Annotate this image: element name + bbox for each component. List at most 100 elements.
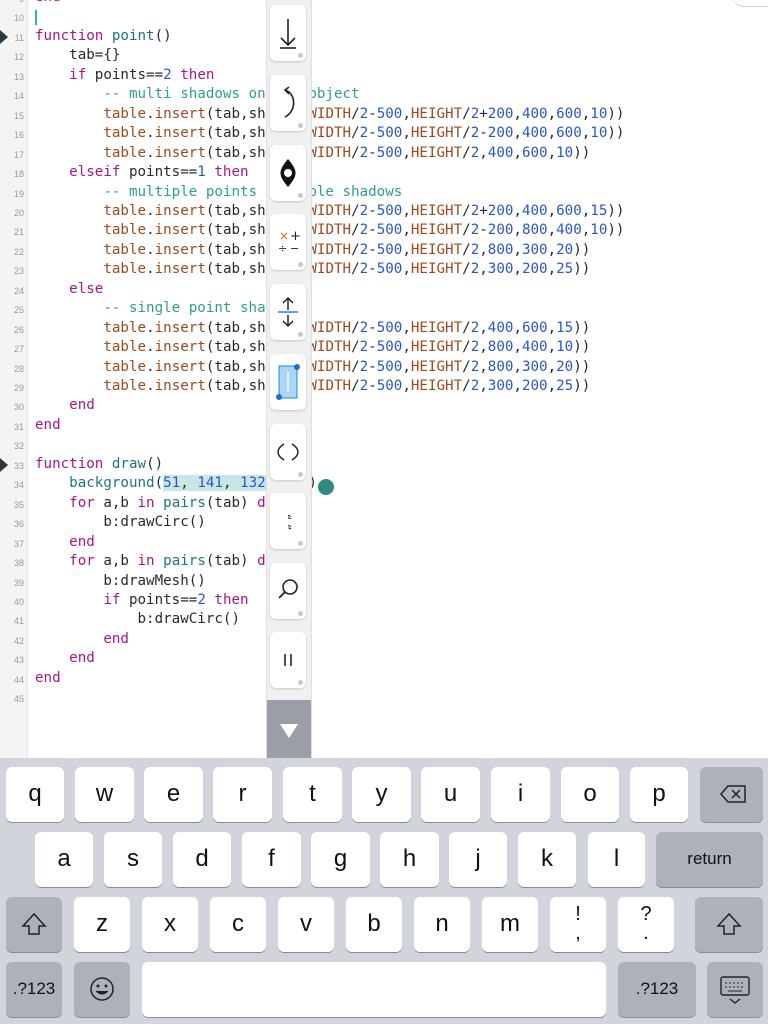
code-text: b:drawMesh() xyxy=(35,572,206,589)
shift-right-key[interactable] xyxy=(695,897,763,952)
code-line[interactable]: 19 -- multiple points multiple shadows xyxy=(0,183,768,202)
key-exclamation-comma[interactable]: !, xyxy=(550,897,606,952)
code-line[interactable]: 41 b:drawCirc() xyxy=(0,610,768,629)
key-c[interactable]: c xyxy=(210,897,266,952)
code-line[interactable]: 26 table.insert(tab,shadow(WIDTH/2-500,H… xyxy=(0,319,768,338)
code-line[interactable]: 28 table.insert(tab,shadow(WIDTH/2-500,H… xyxy=(0,358,768,377)
return-key[interactable]: return xyxy=(656,832,763,887)
code-line[interactable]: 27 table.insert(tab,shadow(WIDTH/2-500,H… xyxy=(0,338,768,357)
undo-button[interactable] xyxy=(270,75,306,131)
code-line[interactable]: 10 xyxy=(0,7,768,26)
key-b[interactable]: b xyxy=(346,897,402,952)
numbers-left-key[interactable]: .?123 xyxy=(6,962,62,1017)
code-line[interactable]: 35 for a,b in pairs(tab) do xyxy=(0,494,768,513)
key-g[interactable]: g xyxy=(311,832,370,887)
key-s[interactable]: s xyxy=(104,832,162,887)
code-line[interactable]: 16 table.insert(tab,shadow(WIDTH/2-500,H… xyxy=(0,124,768,143)
code-line[interactable]: 17 table.insert(tab,shadow(WIDTH/2-500,H… xyxy=(0,144,768,163)
code-text: end xyxy=(69,533,95,550)
key-i[interactable]: i xyxy=(491,767,550,822)
code-line[interactable]: 38 for a,b in pairs(tab) do xyxy=(0,552,768,571)
function-marker-icon[interactable] xyxy=(0,457,8,472)
parentheses-button[interactable] xyxy=(270,424,306,480)
code-text: table.insert(tab,shadow(WIDTH/2-500,HEIG… xyxy=(103,319,591,336)
code-line[interactable]: 32 xyxy=(0,435,768,454)
emoji-icon xyxy=(90,977,114,1001)
function-marker-icon[interactable] xyxy=(0,29,8,44)
code-line[interactable]: 31 end xyxy=(0,416,768,435)
corner-dot xyxy=(298,53,303,58)
code-line[interactable]: 42 end xyxy=(0,630,768,649)
code-line[interactable]: 37 end xyxy=(0,533,768,552)
code-line[interactable]: 25 -- single point shadows xyxy=(0,299,768,318)
key-u[interactable]: u xyxy=(421,767,480,822)
code-line[interactable]: 34 background(51, 141, 132, 255) xyxy=(0,474,768,493)
pause-button[interactable] xyxy=(270,632,306,688)
code-line[interactable]: 11 function point() xyxy=(0,27,768,46)
key-p[interactable]: p xyxy=(630,767,688,822)
key-t[interactable]: t xyxy=(283,767,342,822)
code-text: function point() xyxy=(35,27,172,44)
code-line[interactable]: 44 end xyxy=(0,669,768,688)
key-v[interactable]: v xyxy=(278,897,334,952)
key-x[interactable]: x xyxy=(142,897,198,952)
key-k[interactable]: k xyxy=(518,832,576,887)
math-operators-button[interactable]: × + ÷ − xyxy=(270,214,306,270)
emoji-key[interactable] xyxy=(74,962,130,1017)
key-question-period[interactable]: ?. xyxy=(618,897,674,952)
code-line[interactable]: 33 function draw() xyxy=(0,455,768,474)
eye-button[interactable] xyxy=(270,145,306,201)
space-key[interactable] xyxy=(142,962,606,1017)
key-o[interactable]: o xyxy=(561,767,619,822)
code-line[interactable]: 39 b:drawMesh() xyxy=(0,572,768,591)
quotes-button[interactable]: “ ” xyxy=(270,493,306,549)
search-button[interactable] xyxy=(270,563,306,619)
code-line[interactable]: 36 b:drawCirc() xyxy=(0,513,768,532)
numbers-right-key[interactable]: .?123 xyxy=(618,962,696,1017)
triangle-down-icon xyxy=(280,724,298,738)
code-line[interactable]: 30 end xyxy=(0,396,768,415)
key-r[interactable]: r xyxy=(213,767,272,822)
code-line[interactable]: 21 table.insert(tab,shadow(WIDTH/2-500,H… xyxy=(0,221,768,240)
code-line[interactable]: 20 table.insert(tab,shadow(WIDTH/2-500,H… xyxy=(0,202,768,221)
code-line[interactable]: 18 elseif points==1 then xyxy=(0,163,768,182)
key-z[interactable]: z xyxy=(74,897,130,952)
text-cursor xyxy=(35,10,37,26)
line-number: 9 xyxy=(0,0,24,4)
code-line[interactable]: 12 tab={} xyxy=(0,46,768,65)
key-e[interactable]: e xyxy=(144,767,203,822)
hide-keyboard-key[interactable] xyxy=(707,962,763,1017)
code-line[interactable]: 15 table.insert(tab,shadow(WIDTH/2-500,H… xyxy=(0,105,768,124)
collapse-accessory-button[interactable] xyxy=(267,700,311,758)
line-number: 29 xyxy=(13,383,24,393)
code-line[interactable]: 40 if points==2 then xyxy=(0,591,768,610)
code-line[interactable]: 43 end xyxy=(0,649,768,668)
color-swatch[interactable] xyxy=(318,479,334,495)
code-line[interactable]: 45 xyxy=(0,688,768,707)
key-w[interactable]: w xyxy=(75,767,134,822)
tab-stop-button[interactable] xyxy=(270,5,306,61)
key-l[interactable]: l xyxy=(588,832,645,887)
key-n[interactable]: n xyxy=(414,897,470,952)
code-line[interactable]: 22 table.insert(tab,shadow(WIDTH/2-500,H… xyxy=(0,241,768,260)
key-y[interactable]: y xyxy=(352,767,411,822)
key-d[interactable]: d xyxy=(173,832,231,887)
line-spacing-button[interactable] xyxy=(270,284,306,340)
code-line[interactable]: 23 table.insert(tab,shadow(WIDTH/2-500,H… xyxy=(0,260,768,279)
code-line[interactable]: 14 -- multi shadows on one object xyxy=(0,85,768,104)
key-h[interactable]: h xyxy=(380,832,439,887)
code-editor[interactable]: 9end1011function point()12 tab={}13 if p… xyxy=(0,0,768,758)
code-line[interactable]: 24 else xyxy=(0,280,768,299)
backspace-key[interactable] xyxy=(700,767,763,822)
code-line[interactable]: 13 if points==2 then xyxy=(0,66,768,85)
key-a[interactable]: a xyxy=(35,832,93,887)
color-picker-button[interactable] xyxy=(270,354,306,410)
code-line[interactable]: 9 end xyxy=(0,0,768,7)
shift-left-key[interactable] xyxy=(6,897,62,952)
code-line[interactable]: 29 table.insert(tab,shadow(WIDTH/2-500,H… xyxy=(0,377,768,396)
key-j[interactable]: j xyxy=(449,832,507,887)
key-m[interactable]: m xyxy=(482,897,538,952)
key-f[interactable]: f xyxy=(242,832,301,887)
key-q[interactable]: q xyxy=(6,767,64,822)
shift-icon xyxy=(21,912,47,935)
